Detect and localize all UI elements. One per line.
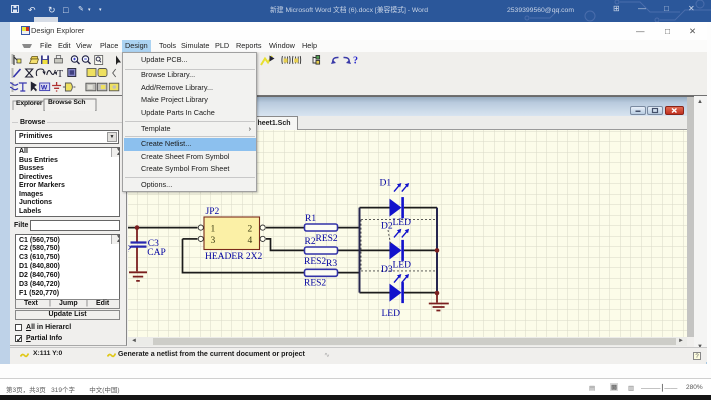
svg-text:LED: LED (393, 261, 412, 271)
svg-text:3: 3 (211, 236, 216, 246)
svg-text:RES2: RES2 (304, 279, 326, 289)
svg-text:4: 4 (248, 236, 253, 246)
svg-text:R3: R3 (326, 259, 337, 269)
svg-text:LED: LED (393, 218, 412, 228)
svg-text:R2: R2 (305, 237, 316, 247)
svg-text:RES2: RES2 (304, 257, 326, 267)
svg-text:D1: D1 (380, 179, 392, 189)
svg-text:HEADER 2X2: HEADER 2X2 (205, 252, 263, 262)
svg-text:RES2: RES2 (316, 234, 338, 244)
svg-text:LED: LED (382, 309, 401, 319)
svg-text:2: 2 (248, 225, 253, 235)
svg-text:D3: D3 (381, 265, 393, 275)
svg-text:CAP: CAP (147, 248, 165, 258)
svg-text:D2: D2 (381, 222, 393, 232)
svg-text:1: 1 (211, 225, 216, 235)
svg-text:R1: R1 (305, 214, 316, 224)
svg-text:P: P (128, 245, 131, 255)
svg-text:JP2: JP2 (206, 207, 220, 217)
